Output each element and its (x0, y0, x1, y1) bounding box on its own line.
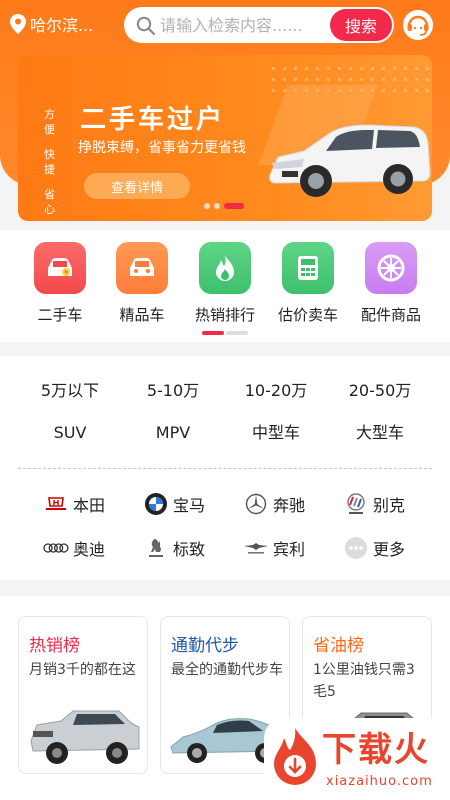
category-label: 估价卖车 (277, 306, 338, 324)
category-grid: ¥ 二手车 精品车 热销排行 估价卖车 配件商品 (0, 230, 450, 342)
suv-car-image (269, 124, 431, 197)
watermark-logo-icon (274, 728, 316, 785)
type-filter[interactable]: 大型车 (324, 418, 436, 448)
location-pin-icon (10, 14, 26, 34)
search-icon (136, 16, 156, 36)
price-filter[interactable]: 10-20万 (220, 376, 332, 406)
wheel-icon (365, 242, 417, 294)
filter-panel: 5万以下 5-10万 10-20万 20-50万 SUV MPV 中型车 大型车… (0, 356, 450, 580)
brand-name: 别克 (373, 496, 406, 515)
banner-dot-active (224, 203, 244, 209)
ranking-desc: 1公里油钱只需3毛5 (313, 662, 415, 700)
banner-details-button[interactable]: 查看详情 (84, 173, 190, 199)
brand-name: 宝马 (173, 496, 206, 515)
brand-name: 宾利 (273, 540, 306, 559)
brand-bentley[interactable]: 宾利 (242, 534, 305, 562)
search-button[interactable]: 搜索 (330, 9, 392, 41)
type-filter[interactable]: 中型车 (220, 418, 332, 448)
type-filter[interactable]: MPV (117, 418, 229, 448)
bmw-logo-icon (142, 490, 170, 518)
banner-tag: 省心 (44, 188, 55, 216)
price-filter[interactable]: 5万以下 (14, 376, 126, 406)
customer-service-icon[interactable] (402, 9, 434, 41)
brand-name: 奔驰 (273, 496, 306, 515)
city-name: 哈尔滨... (30, 16, 94, 35)
search-bar[interactable]: 搜索 (124, 7, 394, 43)
banner-subtitle: 挣脱束缚，省事省力更省钱 (78, 140, 246, 156)
type-filter-row: SUV MPV 中型车 大型车 (0, 418, 450, 448)
ranking-title: 通勤代步 (171, 636, 239, 656)
ranking-title: 热销榜 (29, 636, 80, 656)
category-page-indicator (202, 331, 248, 335)
price-filter[interactable]: 20-50万 (324, 376, 436, 406)
promo-banner[interactable]: 方便 快捷 省心 二手车过户 挣脱束缚，省事省力更省钱 查看详情 (18, 55, 432, 221)
category-used-car[interactable]: ¥ 二手车 (20, 242, 100, 325)
ranking-title: 省油榜 (313, 636, 364, 656)
page-indicator-active (202, 331, 224, 335)
banner-tag: 方便 (44, 108, 55, 136)
brand-name: 本田 (73, 496, 106, 515)
banner-tag: 快捷 (44, 148, 55, 176)
banner-pagination (204, 203, 244, 209)
category-label: 二手车 (37, 306, 83, 324)
search-input[interactable] (160, 13, 330, 37)
banner-dot (204, 203, 210, 209)
city-selector[interactable]: 哈尔滨... (10, 12, 93, 36)
banner-title: 二手车过户 (80, 105, 226, 135)
brand-peugeot[interactable]: 标致 (142, 534, 205, 562)
flame-icon (199, 242, 251, 294)
brand-mercedes[interactable]: 奔驰 (242, 490, 305, 518)
category-parts[interactable]: 配件商品 (351, 242, 431, 325)
category-label: 精品车 (119, 306, 165, 324)
honda-logo-icon (42, 490, 70, 518)
brand-name: 奥迪 (73, 540, 106, 559)
type-filter[interactable]: SUV (14, 418, 126, 448)
watermark-text: 下载火 (322, 730, 430, 770)
brand-buick[interactable]: 别克 (342, 490, 405, 518)
used-car-icon: ¥ (34, 242, 86, 294)
more-dots-icon (342, 534, 370, 562)
price-filter-row: 5万以下 5-10万 10-20万 20-50万 (0, 376, 450, 406)
mercedes-logo-icon (242, 490, 270, 518)
pickup-truck-image (30, 710, 140, 764)
calculator-icon (282, 242, 334, 294)
price-filter[interactable]: 5-10万 (117, 376, 229, 406)
watermark: 下载火 xiazaihuo.com (264, 718, 450, 800)
category-premium-car[interactable]: 精品车 (102, 242, 182, 325)
brand-bmw[interactable]: 宝马 (142, 490, 205, 518)
banner-side-tags: 方便 快捷 省心 (44, 107, 58, 221)
ranking-desc: 月销3千的都在这 (29, 662, 136, 678)
bentley-logo-icon (242, 534, 270, 562)
ranking-card-hot[interactable]: 热销榜 月销3千的都在这 (18, 616, 148, 774)
brand-audi[interactable]: 奥迪 (42, 534, 105, 562)
peugeot-logo-icon (142, 534, 170, 562)
buick-logo-icon (342, 490, 370, 518)
svg-text:¥: ¥ (64, 270, 68, 277)
premium-car-icon (116, 242, 168, 294)
category-label: 配件商品 (360, 306, 421, 324)
category-hot-ranking[interactable]: 热销排行 (185, 242, 265, 325)
audi-logo-icon (42, 534, 70, 562)
watermark-url: xiazaihuo.com (326, 774, 433, 789)
filter-divider (18, 468, 432, 469)
page-indicator (226, 331, 248, 335)
banner-dot (214, 203, 220, 209)
brand-name: 标致 (173, 540, 206, 559)
brand-name: 更多 (373, 540, 406, 559)
brand-more[interactable]: 更多 (342, 534, 405, 562)
category-valuation[interactable]: 估价卖车 (268, 242, 348, 325)
ranking-desc: 最全的通勤代步车 (171, 662, 283, 678)
category-label: 热销排行 (194, 306, 255, 324)
brand-honda[interactable]: 本田 (42, 490, 105, 518)
